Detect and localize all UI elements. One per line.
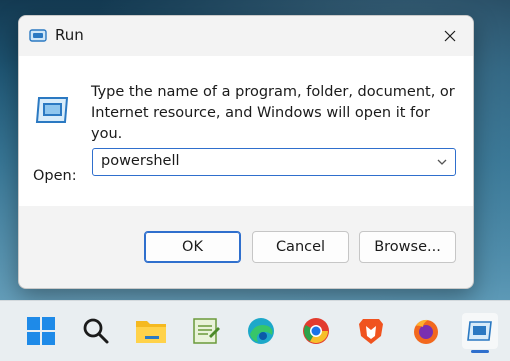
notepad-icon [193,318,220,344]
dialog-description: Type the name of a program, folder, docu… [91,84,455,142]
active-indicator [471,350,489,353]
taskbar-brave[interactable] [353,313,389,349]
run-app-icon [35,97,69,123]
close-button[interactable] [427,16,473,56]
run-app-icon [467,321,492,341]
chrome-icon [303,318,329,344]
brave-icon [359,319,383,344]
taskbar-search-button[interactable] [78,313,114,349]
search-icon [83,318,109,344]
file-explorer-icon [136,321,166,343]
edge-icon [248,318,274,344]
run-icon [29,29,47,42]
taskbar-chrome[interactable] [298,313,334,349]
open-combobox[interactable]: powershell [92,148,456,176]
window-title: Run [55,26,84,44]
taskbar-edge[interactable] [243,313,279,349]
taskbar-run[interactable] [462,313,498,349]
ok-button[interactable]: OK [144,231,241,263]
firefox-icon [414,319,438,344]
run-dialog: Run Type the name of a program, folder, … [18,15,474,289]
taskbar-firefox[interactable] [408,313,444,349]
open-label: Open: [33,168,77,184]
start-icon [27,317,55,345]
browse-button[interactable]: Browse... [359,231,456,263]
taskbar-notepad[interactable] [188,313,224,349]
taskbar-file-explorer[interactable] [133,313,169,349]
close-icon [444,30,456,42]
title-bar[interactable]: Run [19,16,473,56]
cancel-button[interactable]: Cancel [252,231,349,263]
start-button[interactable] [23,313,59,349]
open-input[interactable]: powershell [101,153,180,169]
dialog-body: Type the name of a program, folder, docu… [19,56,473,206]
taskbar [0,300,510,361]
chevron-down-icon[interactable] [435,155,449,169]
